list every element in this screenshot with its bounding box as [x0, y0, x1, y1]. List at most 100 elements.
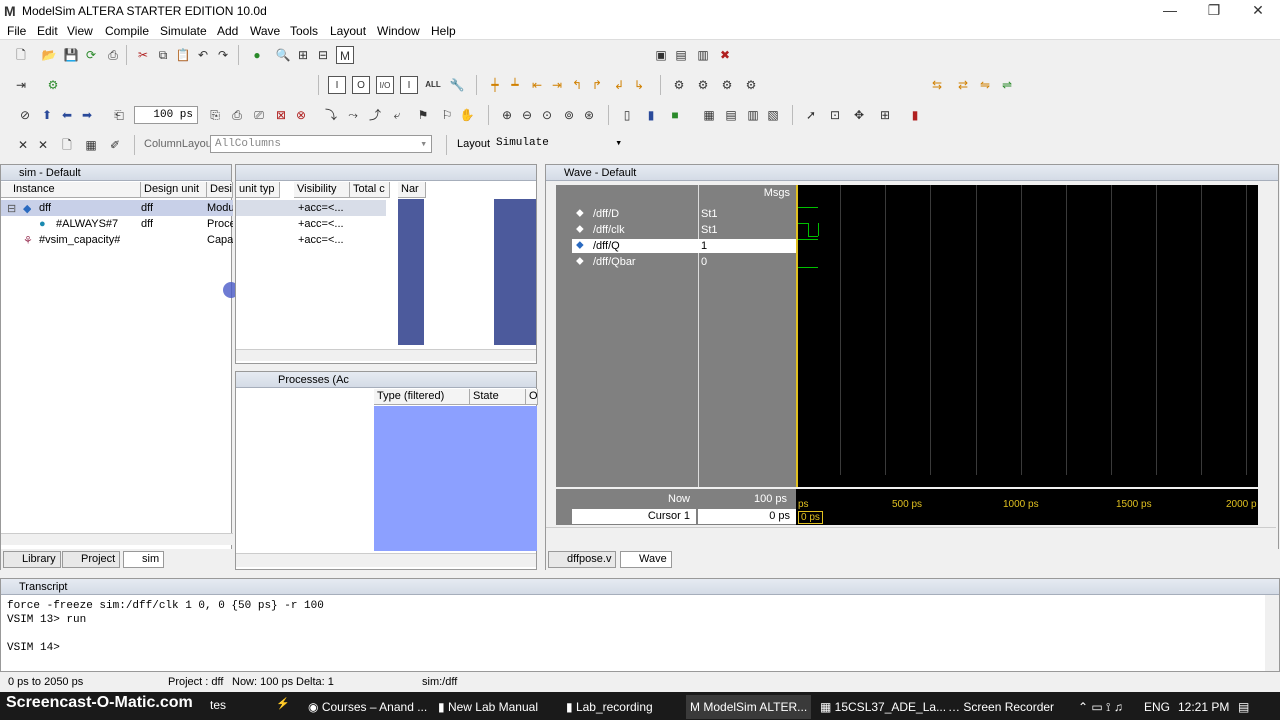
forward-arrow-icon[interactable]: ➡	[78, 106, 96, 124]
edge-rise-icon[interactable]: ↳	[630, 76, 648, 94]
layout1-icon[interactable]: ▣	[652, 46, 670, 64]
edge-fall-icon[interactable]: ↲	[610, 76, 628, 94]
break-icon[interactable]: ⊠	[272, 106, 290, 124]
back-arrow-icon[interactable]: ⬅	[58, 106, 76, 124]
menu-simulate[interactable]: Simulate	[160, 24, 207, 38]
tree-collapse-icon[interactable]: ⊟	[7, 202, 16, 215]
objects-hscrollbar[interactable]	[236, 349, 536, 361]
menu-edit[interactable]: Edit	[37, 24, 58, 38]
sim-options-icon[interactable]: ⚑	[414, 106, 432, 124]
name-column-header[interactable]: Nar	[398, 182, 426, 198]
out-filter-button[interactable]: O	[352, 76, 370, 94]
zoom-mode-icon[interactable]: ⊡	[826, 106, 844, 124]
new-file-icon[interactable]: 🗋	[12, 46, 30, 64]
layout2-icon[interactable]: ▤	[672, 46, 690, 64]
menu-wave[interactable]: Wave	[250, 24, 280, 38]
taskbar-item-modelsim[interactable]: M ModelSim ALTER...	[686, 695, 812, 719]
zoom-range-icon[interactable]: ⊛	[580, 106, 598, 124]
hand-icon[interactable]: ✋	[458, 106, 476, 124]
unpin-icon[interactable]: ✕	[34, 136, 52, 154]
maximize-button[interactable]: ❐	[1192, 0, 1236, 22]
menu-tools[interactable]: Tools	[290, 24, 318, 38]
taskbar-item-lab-manual[interactable]: ▮ New Lab Manual	[438, 695, 538, 719]
cursor-prev-icon[interactable]: ⇤	[528, 76, 546, 94]
total-column-header[interactable]: Total c	[350, 182, 390, 198]
taskbar-item-lab-recording[interactable]: ▮ Lab_recording	[566, 695, 653, 719]
reload-icon[interactable]: ⟳	[82, 46, 100, 64]
wave-grid-4-icon[interactable]: ▧	[764, 106, 782, 124]
transcript-text[interactable]: force -freeze sim:/dff/clk 1 0, 0 {50 ps…	[7, 599, 324, 655]
tab-sim[interactable]: sim	[123, 551, 165, 568]
filter-settings-icon[interactable]: 🔧	[448, 76, 466, 94]
edge-prev-icon[interactable]: ↰	[568, 76, 586, 94]
unit-type-column-header[interactable]: unit typ	[236, 182, 280, 198]
layout3-icon[interactable]: ▥	[694, 46, 712, 64]
sim-hscrollbar[interactable]	[1, 533, 233, 545]
step-into-icon[interactable]: ⤵	[322, 106, 340, 124]
zoom-full-icon[interactable]: ⊙	[538, 106, 556, 124]
taskbar-item-pdf[interactable]: ▦ 15CSL37_ADE_La...	[820, 695, 946, 719]
run-length-input[interactable]	[134, 106, 198, 124]
dataflow-3-icon[interactable]: ⚙	[718, 76, 736, 94]
continue-icon[interactable]: ⎙	[228, 106, 246, 124]
internal-filter-button[interactable]: I	[400, 76, 418, 94]
signal-name[interactable]: /dff/D	[593, 208, 619, 220]
menu-view[interactable]: View	[67, 24, 93, 38]
open-folder-icon[interactable]: 📂	[40, 46, 58, 64]
run-length-icon[interactable]: ⎗	[110, 106, 128, 124]
step-icon[interactable]: ⇥	[12, 76, 30, 94]
dataflow-4-icon[interactable]: ⚙	[742, 76, 760, 94]
select-mode-icon[interactable]: ➚	[802, 106, 820, 124]
undo-icon[interactable]: ↶	[194, 46, 212, 64]
design-unit-column-header[interactable]: Design unit	[141, 182, 207, 198]
tray-clock[interactable]: 12:21 PM	[1178, 695, 1229, 719]
tab-library[interactable]: Library	[3, 551, 61, 568]
in-filter-button[interactable]: I	[328, 76, 346, 94]
all-filter-button[interactable]: ALL	[424, 76, 442, 94]
memory-1-icon[interactable]: ⇆	[928, 76, 946, 94]
print-icon[interactable]: ⎙	[104, 46, 122, 64]
pan-mode-icon[interactable]: ✥	[850, 106, 868, 124]
tab-dffpose[interactable]: dffpose.v	[548, 551, 617, 568]
collapse-icon[interactable]: ⊞	[294, 46, 312, 64]
step-out-icon[interactable]: ⤴	[366, 106, 384, 124]
stop-icon[interactable]: ⊗	[292, 106, 310, 124]
wave-format-1-icon[interactable]: ▯	[618, 106, 636, 124]
save-icon[interactable]: 💾	[62, 46, 80, 64]
transcript-vscrollbar[interactable]	[1265, 595, 1279, 671]
signal-name[interactable]: /dff/clk	[593, 224, 625, 236]
type-column-header[interactable]: Type (filtered)	[374, 389, 470, 405]
tree-row-selected[interactable]	[1, 200, 233, 216]
wave-hscrollbar[interactable]	[546, 527, 1276, 541]
design-type-column-header[interactable]: Desi	[207, 182, 233, 198]
menu-layout[interactable]: Layout	[330, 24, 366, 38]
zoom-cursor-icon[interactable]: ⊚	[560, 106, 578, 124]
run-icon[interactable]: ⎘	[206, 106, 224, 124]
wave-format-2-icon[interactable]: ▮	[642, 106, 660, 124]
close-button[interactable]: ✕	[1236, 0, 1280, 22]
cursor-name[interactable]: Cursor 1	[572, 509, 696, 524]
layout-select[interactable]: Simulate ▾	[492, 135, 626, 153]
taskbar-pin-icon[interactable]: ⚡	[276, 697, 290, 710]
cursor-line[interactable]	[796, 185, 798, 487]
edit-mode-icon[interactable]: ⊞	[876, 106, 894, 124]
pin-icon[interactable]: ✕	[14, 136, 32, 154]
wave-grid-3-icon[interactable]: ▥	[744, 106, 762, 124]
tab-wave[interactable]: Wave	[620, 551, 672, 568]
compile-icon[interactable]: ⚙	[44, 76, 62, 94]
memory-2-icon[interactable]: ⇄	[954, 76, 972, 94]
hierarchy-icon[interactable]: ⊟	[314, 46, 332, 64]
step-back-icon[interactable]: ⤶	[388, 106, 406, 124]
edge-next-icon[interactable]: ↱	[588, 76, 606, 94]
process-name[interactable]: #ALWAYS#7	[56, 218, 118, 230]
wave-vscrollbar[interactable]	[1262, 185, 1276, 487]
order-column-header[interactable]: O	[526, 389, 538, 405]
signal-name[interactable]: /dff/Q	[593, 240, 620, 252]
menu-file[interactable]: File	[7, 24, 26, 38]
layout-close-icon[interactable]: ✖	[716, 46, 734, 64]
bookmark-icon[interactable]: ▮	[906, 106, 924, 124]
notifications-icon[interactable]: ▤	[1238, 695, 1249, 719]
minimize-button[interactable]: —	[1148, 0, 1192, 22]
column-layout-select[interactable]: AllColumns ▾	[210, 135, 432, 153]
wave-grid-2-icon[interactable]: ▤	[722, 106, 740, 124]
